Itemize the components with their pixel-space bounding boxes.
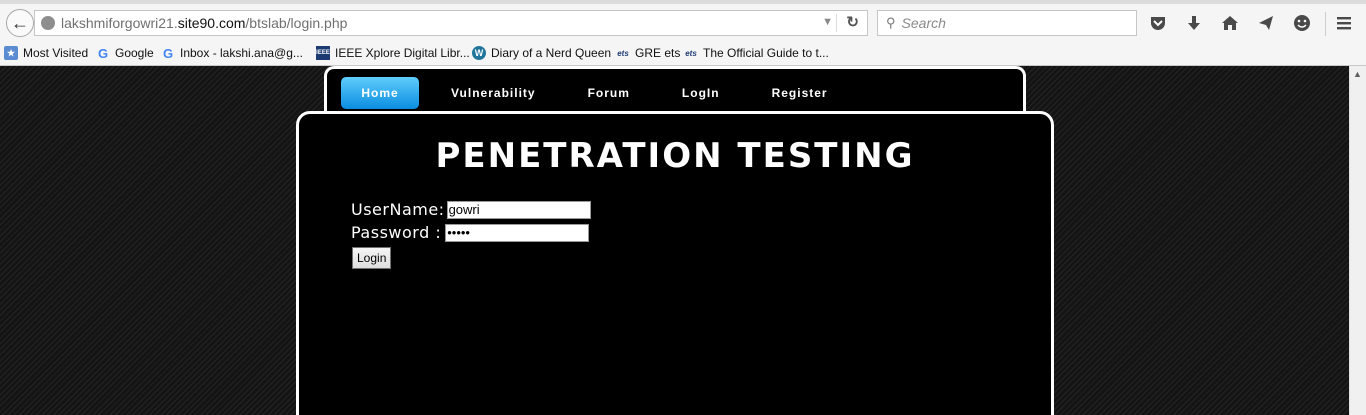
bookmark-official-guide[interactable]: ets The Official Guide to t...: [684, 46, 829, 60]
pocket-icon[interactable]: [1148, 14, 1168, 34]
bookmarks-bar: ★ Most Visited G Google G Inbox - lakshi…: [0, 42, 1366, 66]
back-arrow-icon: ←: [11, 12, 29, 33]
download-icon[interactable]: [1184, 14, 1204, 34]
bookmark-ieee[interactable]: IEEE IEEE Xplore Digital Libr...: [316, 46, 470, 60]
bookmark-label: IEEE Xplore Digital Libr...: [335, 46, 470, 60]
toolbar-divider: [1325, 12, 1326, 36]
home-icon[interactable]: [1220, 14, 1240, 34]
username-row: UserName:: [351, 200, 591, 219]
scroll-up-arrow-icon[interactable]: ▲: [1353, 69, 1362, 79]
globe-icon: [41, 16, 55, 30]
login-button[interactable]: Login: [352, 247, 392, 269]
ets-icon: ets: [685, 48, 697, 58]
url-subdomain: lakshmiforgowri21.: [61, 15, 178, 31]
bookmark-label: Diary of a Nerd Queen: [491, 46, 612, 60]
nav-register[interactable]: Register: [752, 77, 848, 109]
nav-menu: Home Vulnerability Forum LogIn Register: [341, 77, 860, 109]
password-field[interactable]: [445, 223, 590, 242]
browser-toolbar: ← lakshmiforgowri21.site90.com/btslab/lo…: [0, 0, 1366, 42]
bookmark-gre[interactable]: ets GRE ets: [616, 46, 680, 60]
page-title: PENETRATION TESTING: [435, 136, 915, 176]
url-text: lakshmiforgowri21.site90.com/btslab/logi…: [61, 15, 347, 31]
smiley-icon[interactable]: [1292, 14, 1312, 34]
reload-icon[interactable]: ↻: [846, 13, 859, 31]
url-divider: [836, 14, 837, 32]
bookmark-diary[interactable]: W Diary of a Nerd Queen: [472, 46, 611, 60]
ieee-icon: IEEE: [316, 46, 330, 60]
username-field[interactable]: [446, 200, 591, 219]
search-placeholder: Search: [901, 15, 946, 31]
url-path: /btslab/login.php: [245, 15, 348, 31]
password-label: Password :: [351, 223, 442, 242]
username-label: UserName:: [351, 200, 445, 219]
address-bar[interactable]: lakshmiforgowri21.site90.com/btslab/logi…: [34, 10, 868, 36]
share-icon[interactable]: [1256, 14, 1276, 34]
password-row: Password :: [351, 223, 590, 242]
nav-vulnerability[interactable]: Vulnerability: [431, 77, 556, 109]
bookmark-label: Google: [115, 46, 154, 60]
bookmark-label: Inbox - lakshi.ana@g...: [180, 46, 303, 60]
menu-icon[interactable]: [1334, 14, 1354, 34]
bookmark-label: The Official Guide to t...: [703, 46, 829, 60]
bookmark-label: Most Visited: [23, 46, 89, 60]
nav-login[interactable]: LogIn: [662, 77, 740, 109]
google-g-icon: G: [162, 45, 174, 61]
url-domain: site90.com: [177, 15, 246, 31]
bookmark-most-visited[interactable]: ★ Most Visited: [4, 46, 88, 60]
search-icon: ⚲: [886, 15, 896, 30]
nav-home[interactable]: Home: [341, 77, 419, 109]
bookmark-google[interactable]: G Google: [96, 45, 154, 61]
bookmarks-folder-icon: ★: [4, 46, 18, 60]
back-button[interactable]: ←: [6, 9, 34, 37]
login-panel: PENETRATION TESTING UserName: Password :…: [296, 111, 1054, 415]
vertical-scrollbar[interactable]: ▲: [1349, 66, 1366, 415]
bookmark-inbox[interactable]: G Inbox - lakshi.ana@g...: [161, 45, 303, 61]
ets-icon: ets: [617, 48, 629, 58]
history-dropdown-icon[interactable]: ▼: [822, 16, 833, 28]
search-input[interactable]: ⚲ Search: [877, 10, 1137, 36]
bookmark-label: GRE ets: [635, 46, 681, 60]
google-g-icon: G: [97, 45, 109, 61]
nav-forum[interactable]: Forum: [568, 77, 650, 109]
page-viewport: Home Vulnerability Forum LogIn Register …: [0, 66, 1349, 415]
wordpress-icon: W: [472, 46, 486, 60]
